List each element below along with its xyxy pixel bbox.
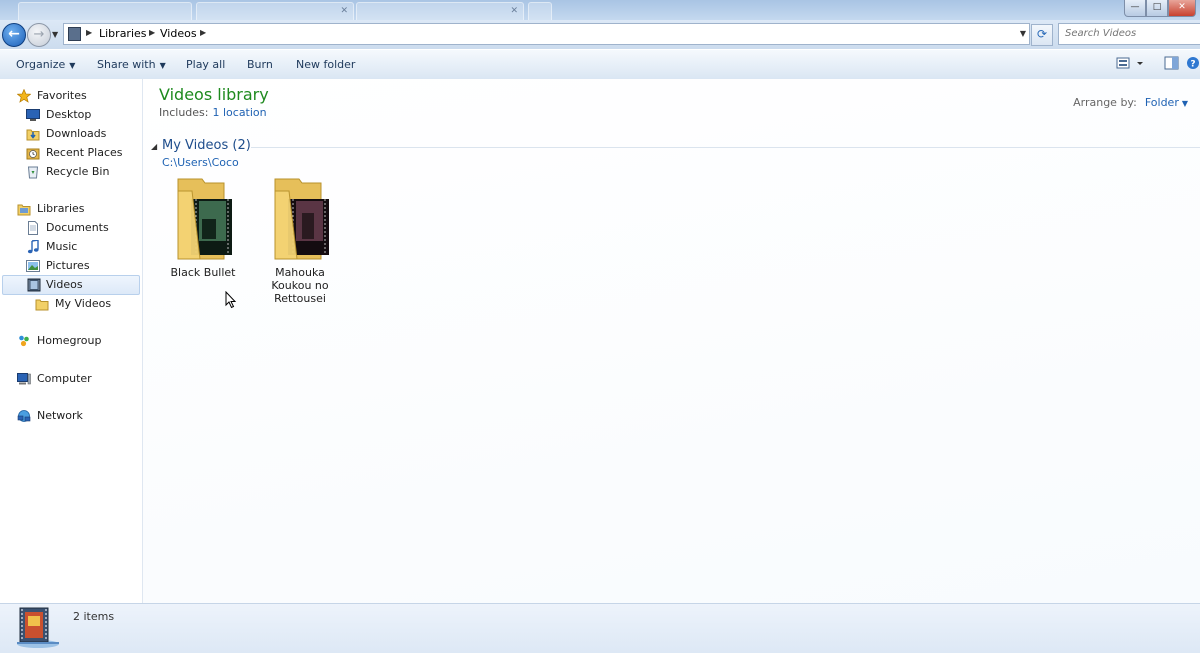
search-input[interactable] <box>1059 24 1185 42</box>
search-box[interactable] <box>1058 23 1200 45</box>
group-header[interactable]: My Videos (2) <box>162 138 251 153</box>
breadcrumb-separator-icon[interactable]: ▶ <box>86 28 92 37</box>
sidebar-item-label: Homegroup <box>37 334 102 347</box>
mouse-cursor-icon <box>225 291 237 309</box>
folder-name: Mahouka Koukou no Rettousei <box>271 266 329 305</box>
network-icon <box>17 410 31 422</box>
downloads-folder-icon <box>26 129 40 141</box>
library-title: Videos library <box>159 85 269 104</box>
documents-icon <box>28 221 38 235</box>
forward-button[interactable]: → <box>27 23 51 47</box>
sidebar-item-label: Recent Places <box>46 146 123 159</box>
videos-icon <box>27 278 41 292</box>
change-view-button[interactable] <box>1116 56 1146 73</box>
breadcrumb-libraries[interactable]: Libraries <box>99 27 147 40</box>
help-button[interactable]: ? <box>1186 56 1200 73</box>
organize-button[interactable]: Organize ▼ <box>16 58 75 71</box>
group-divider <box>251 147 1200 148</box>
address-row: ← → ▼ ▶ Libraries ▶ Videos ▶ ▼ ⟳ <box>0 20 1200 49</box>
details-pane: 2 items <box>0 603 1200 653</box>
sidebar-item-label: Pictures <box>46 259 90 272</box>
sidebar-item-label: Libraries <box>37 202 85 215</box>
arrange-by: Arrange by: Folder ▼ <box>1073 96 1188 109</box>
includes-label: Includes: <box>159 106 209 119</box>
sidebar-item-label: Desktop <box>46 108 92 121</box>
preview-pane-button[interactable] <box>1164 56 1180 73</box>
breadcrumb-separator-icon[interactable]: ▶ <box>149 28 155 37</box>
breadcrumb-separator-icon[interactable]: ▶ <box>200 28 206 37</box>
group-path-link[interactable]: C:\Users\Coco <box>162 156 239 169</box>
share-with-button[interactable]: Share with ▼ <box>97 58 166 71</box>
new-tab-button[interactable] <box>528 2 552 21</box>
help-icon: ? <box>1187 57 1199 70</box>
videos-library-large-icon <box>17 607 59 648</box>
sidebar-item-label: Music <box>46 240 78 253</box>
recent-pages-dropdown-icon[interactable]: ▼ <box>52 30 58 39</box>
content-pane: Videos library Includes: 1 location Arran… <box>143 79 1200 603</box>
window-controls: — □ ✕ <box>1124 0 1196 17</box>
computer-icon <box>17 373 31 385</box>
tab-close-icon[interactable]: ✕ <box>510 6 518 16</box>
command-bar: Organize ▼ Share with ▼ Play all Burn New … <box>0 49 1200 80</box>
burn-button[interactable]: Burn <box>247 58 273 71</box>
new-folder-button[interactable]: New folder <box>296 58 355 71</box>
includes-locations-link[interactable]: 1 location <box>212 106 266 119</box>
sidebar-item-label: Network <box>37 409 83 422</box>
tab-close-icon[interactable]: ✕ <box>340 6 348 16</box>
includes-line: Includes: 1 location <box>159 106 267 119</box>
homegroup-icon <box>19 335 29 347</box>
folder-item-mahouka[interactable]: Mahouka Koukou no Rettousei <box>262 175 338 305</box>
sidebar-item-label: Recycle Bin <box>46 165 110 178</box>
preview-pane-icon <box>1164 56 1179 70</box>
address-history-dropdown-icon[interactable]: ▼ <box>1020 29 1026 38</box>
chevron-down-icon: ▼ <box>159 61 166 70</box>
sidebar-item-videos[interactable]: Videos <box>2 275 140 295</box>
folder-name: Black Bullet <box>170 266 236 279</box>
close-button[interactable]: ✕ <box>1168 0 1196 17</box>
videos-library-icon <box>68 27 81 41</box>
music-note-icon <box>27 240 39 254</box>
title-bar: ✕ ✕ — □ ✕ <box>0 0 1200 21</box>
recent-places-icon <box>26 148 40 160</box>
chevron-down-icon[interactable]: ▼ <box>1182 99 1188 108</box>
sidebar-item-label: Computer <box>37 372 92 385</box>
refresh-button[interactable]: ⟳ <box>1031 24 1053 46</box>
pictures-icon <box>26 260 40 272</box>
chevron-down-icon: ▼ <box>69 61 76 70</box>
sidebar-item-label: Favorites <box>37 89 87 102</box>
arrange-by-label: Arrange by: <box>1073 96 1137 109</box>
minimize-button[interactable]: — <box>1124 0 1146 17</box>
arrange-by-dropdown[interactable]: Folder <box>1145 96 1179 109</box>
share-with-label: Share with <box>97 58 156 71</box>
sidebar-item-label: Videos <box>46 278 83 291</box>
back-button[interactable]: ← <box>2 23 26 47</box>
background-tab[interactable]: ✕ <box>196 2 354 21</box>
address-bar[interactable]: ▶ Libraries ▶ Videos ▶ ▼ <box>63 23 1030 45</box>
breadcrumb-videos[interactable]: Videos <box>160 27 197 40</box>
folder-icon <box>35 299 49 311</box>
item-count: 2 items <box>73 610 115 623</box>
folder-item-black-bullet[interactable]: Black Bullet <box>165 175 241 279</box>
maximize-button[interactable]: □ <box>1146 0 1168 17</box>
organize-label: Organize <box>16 58 66 71</box>
video-folder-icon <box>274 178 329 260</box>
desktop-icon <box>26 109 40 121</box>
background-tab[interactable]: ✕ <box>356 2 524 21</box>
background-tab[interactable] <box>18 2 192 21</box>
sidebar-item-label: Documents <box>46 221 109 234</box>
view-icon <box>1116 57 1143 69</box>
collapse-group-icon[interactable]: ◢ <box>151 142 157 151</box>
video-folder-icon <box>177 178 232 260</box>
libraries-icon <box>17 204 31 216</box>
recycle-bin-icon <box>27 166 39 179</box>
svg-text:?: ? <box>1190 60 1195 70</box>
sidebar-item-label: Downloads <box>46 127 107 140</box>
navigation-pane: Favorites Desktop Downloads Recent Place… <box>0 79 143 603</box>
play-all-button[interactable]: Play all <box>186 58 225 71</box>
star-icon <box>17 89 31 103</box>
sidebar-item-label: My Videos <box>55 297 112 310</box>
